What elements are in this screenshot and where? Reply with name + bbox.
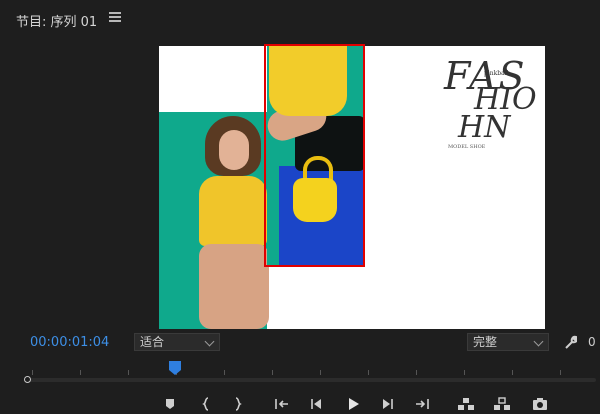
panel-title: 节目: 序列 01	[16, 15, 98, 30]
zoom-scrollbar-handle[interactable]	[24, 376, 31, 383]
mark-in-icon[interactable]	[196, 396, 216, 412]
fashion-logo-text: FAS pinkball HIO HN MODEL SHOE	[444, 54, 537, 150]
chevron-down-icon	[533, 336, 544, 347]
zoom-fit-value: 适合	[140, 335, 165, 349]
step-back-icon[interactable]	[306, 396, 326, 412]
wrench-icon[interactable]	[563, 334, 577, 350]
playhead-marker[interactable]	[168, 360, 182, 376]
step-forward-icon[interactable]	[378, 396, 398, 412]
zoom-scrollbar[interactable]	[26, 378, 596, 382]
monitor-controls: 00:00:01:04 适合 完整 0	[0, 332, 600, 354]
lift-icon[interactable]	[456, 396, 476, 412]
quality-value: 完整	[473, 335, 498, 349]
extract-icon[interactable]	[492, 396, 512, 412]
play-icon[interactable]	[343, 396, 363, 412]
add-marker-icon[interactable]	[160, 396, 180, 412]
go-to-out-icon[interactable]	[412, 396, 432, 412]
go-to-in-icon[interactable]	[272, 396, 292, 412]
mark-out-icon[interactable]	[228, 396, 248, 412]
playback-quality-select[interactable]: 完整	[467, 333, 549, 351]
panel-header: 节目: 序列 01	[0, 0, 600, 36]
truncated-label: 0	[588, 335, 596, 349]
selection-bounding-box[interactable]	[264, 44, 365, 267]
chevron-down-icon	[204, 336, 215, 347]
time-ruler[interactable]	[22, 362, 598, 376]
playhead-timecode[interactable]: 00:00:01:04	[30, 335, 109, 350]
model-photo-left	[199, 116, 269, 329]
transport-controls	[0, 396, 600, 414]
zoom-fit-select[interactable]: 适合	[134, 333, 220, 351]
panel-menu-icon[interactable]	[109, 12, 121, 22]
export-frame-icon[interactable]	[530, 396, 550, 412]
